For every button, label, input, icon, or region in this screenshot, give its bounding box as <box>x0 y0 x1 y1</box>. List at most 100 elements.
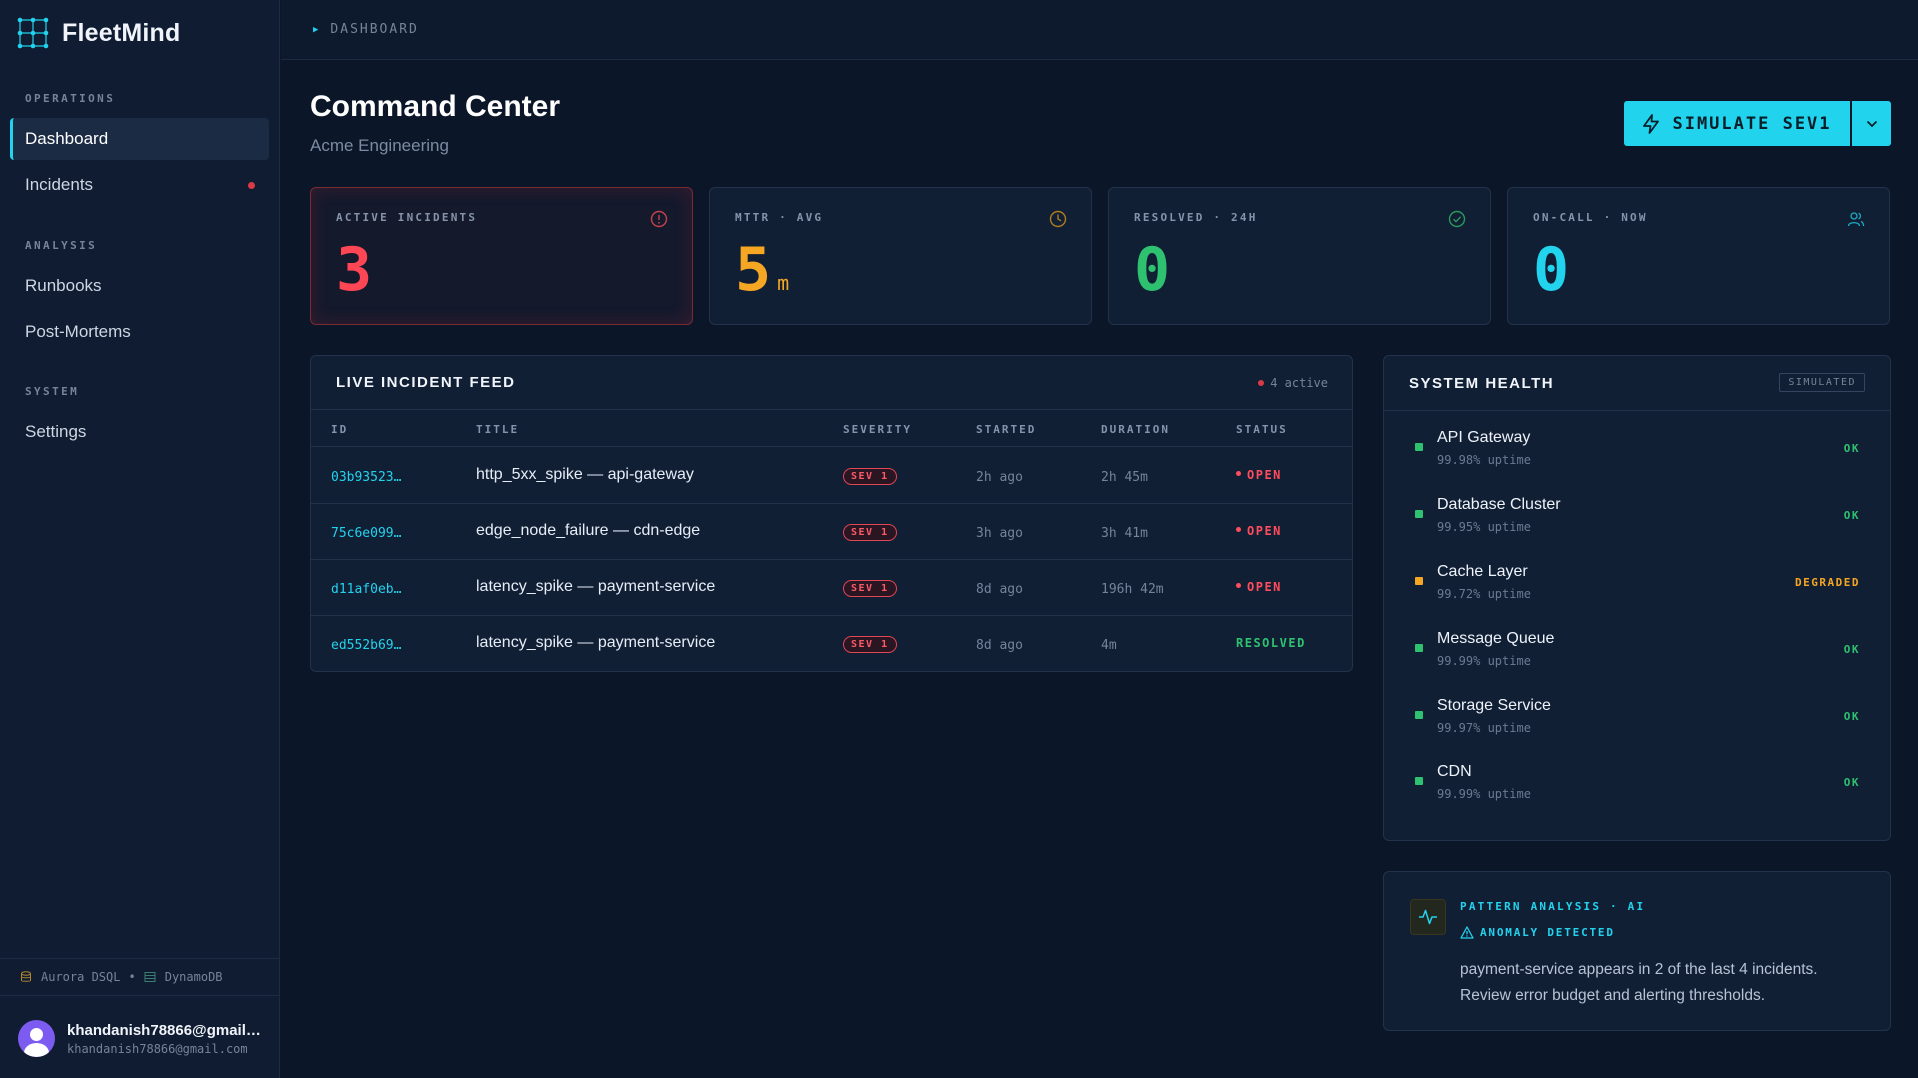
alert-circle-icon <box>650 210 668 228</box>
db-secondary-label: DynamoDB <box>164 970 223 984</box>
lightning-icon <box>1643 113 1660 134</box>
service-row[interactable]: Cache Layer 99.72% uptime DEGRADED <box>1384 556 1890 622</box>
service-status: OK <box>1843 710 1860 723</box>
incident-started: 3h ago <box>976 526 1023 541</box>
service-uptime: 99.98% uptime <box>1437 453 1531 467</box>
status-square <box>1415 711 1423 719</box>
service-row[interactable]: Message Queue 99.99% uptime OK <box>1384 623 1890 689</box>
service-name: Message Queue <box>1437 630 1555 647</box>
brand-name: FleetMind <box>62 18 181 47</box>
table-row[interactable]: 75c6e099… edge_node_failure — cdn-edge S… <box>311 504 1352 560</box>
incident-id-link[interactable]: d11af0eb… <box>331 582 401 597</box>
status-badge: OPEN <box>1236 524 1282 538</box>
users-icon <box>1847 212 1865 227</box>
service-status: OK <box>1843 442 1860 455</box>
simulate-sev1-label: SIMULATE SEV1 <box>1672 113 1832 134</box>
live-incident-feed: LIVE INCIDENT FEED 4 active ID TITLE SEV… <box>310 355 1353 672</box>
service-row[interactable]: Database Cluster 99.95% uptime OK <box>1384 489 1890 555</box>
sidebar-item-label: Settings <box>25 422 87 441</box>
service-name: Storage Service <box>1437 697 1551 714</box>
sidebar: FleetMind OPERATIONS Dashboard Incidents… <box>0 0 280 1078</box>
incident-id-link[interactable]: 03b93523… <box>331 470 401 485</box>
sidebar-item-settings[interactable]: Settings <box>10 411 269 453</box>
service-uptime: 99.99% uptime <box>1437 654 1531 668</box>
service-status: DEGRADED <box>1795 576 1860 589</box>
stat-label: RESOLVED · 24H <box>1134 211 1258 224</box>
pattern-analysis-label: PATTERN ANALYSIS · AI <box>1460 900 1646 913</box>
db-status-bar: Aurora DSQL • DynamoDB <box>0 958 279 996</box>
status-square <box>1415 644 1423 652</box>
simulate-dropdown-button[interactable] <box>1852 101 1891 146</box>
service-status: OK <box>1843 643 1860 656</box>
column-header-severity: SEVERITY <box>843 423 912 436</box>
column-header-duration: DURATION <box>1101 423 1170 436</box>
service-uptime: 99.97% uptime <box>1437 721 1531 735</box>
service-uptime: 99.72% uptime <box>1437 587 1531 601</box>
column-header-id: ID <box>331 423 349 436</box>
severity-badge: SEV 1 <box>843 580 897 597</box>
status-square <box>1415 443 1423 451</box>
stat-card-active-incidents[interactable]: ACTIVE INCIDENTS 3 <box>310 187 693 325</box>
stat-card-resolved[interactable]: RESOLVED · 24H 0 <box>1108 187 1491 325</box>
breadcrumb-arrow-icon: ▶ <box>313 24 321 35</box>
stat-value: 5m <box>735 235 790 305</box>
service-name: Cache Layer <box>1437 563 1528 580</box>
warning-triangle-icon <box>1460 926 1474 939</box>
service-uptime: 99.99% uptime <box>1437 787 1531 801</box>
avatar <box>18 1020 55 1057</box>
incident-duration: 196h 42m <box>1101 582 1164 597</box>
service-uptime: 99.95% uptime <box>1437 520 1531 534</box>
stat-card-on-call[interactable]: ON-CALL · NOW 0 <box>1507 187 1890 325</box>
incident-title: http_5xx_spike — api-gateway <box>476 466 694 483</box>
incident-id-link[interactable]: 75c6e099… <box>331 526 401 541</box>
feed-table-header: ID TITLE SEVERITY STARTED DURATION STATU… <box>311 409 1352 447</box>
table-row[interactable]: 03b93523… http_5xx_spike — api-gateway S… <box>311 448 1352 504</box>
user-name: khandanish78866@gmail.com <box>67 1021 263 1039</box>
service-name: API Gateway <box>1437 429 1531 446</box>
severity-badge: SEV 1 <box>843 524 897 541</box>
pattern-analysis-panel: PATTERN ANALYSIS · AI ANOMALY DETECTED p… <box>1383 871 1891 1031</box>
check-circle-icon <box>1448 210 1466 228</box>
sidebar-item-label: Post-Mortems <box>25 322 131 341</box>
incident-duration: 3h 41m <box>1101 526 1148 541</box>
nav-section-system: SYSTEM <box>25 385 80 398</box>
column-header-status: STATUS <box>1236 423 1288 436</box>
brand[interactable]: FleetMind <box>0 0 279 66</box>
activity-icon <box>1410 899 1446 935</box>
column-header-started: STARTED <box>976 423 1037 436</box>
service-row[interactable]: CDN 99.99% uptime OK <box>1384 756 1890 822</box>
status-badge: OPEN <box>1236 468 1282 482</box>
stat-label: ACTIVE INCIDENTS <box>336 211 478 224</box>
service-name: Database Cluster <box>1437 496 1561 513</box>
status-square <box>1415 510 1423 518</box>
simulated-badge: SIMULATED <box>1779 373 1865 392</box>
sidebar-item-incidents[interactable]: Incidents <box>10 164 269 206</box>
active-dot <box>1258 380 1265 386</box>
sidebar-item-post-mortems[interactable]: Post-Mortems <box>10 311 269 353</box>
feed-title: LIVE INCIDENT FEED <box>336 374 516 391</box>
status-badge: RESOLVED <box>1236 636 1306 650</box>
user-profile[interactable]: khandanish78866@gmail.com khandanish7886… <box>18 1020 263 1057</box>
feed-active-count: 4 active <box>1258 376 1328 390</box>
service-row[interactable]: API Gateway 99.98% uptime OK <box>1384 422 1890 488</box>
table-row[interactable]: d11af0eb… latency_spike — payment-servic… <box>311 560 1352 616</box>
severity-badge: SEV 1 <box>843 468 897 485</box>
simulate-sev1-button[interactable]: SIMULATE SEV1 <box>1624 101 1850 146</box>
status-badge: OPEN <box>1236 580 1282 594</box>
incident-started: 8d ago <box>976 638 1023 653</box>
incident-id-link[interactable]: ed552b69… <box>331 638 401 653</box>
sidebar-item-label: Dashboard <box>25 129 109 148</box>
sidebar-item-runbooks[interactable]: Runbooks <box>10 265 269 307</box>
table-row[interactable]: ed552b69… latency_spike — payment-servic… <box>311 616 1352 671</box>
service-status: OK <box>1843 776 1860 789</box>
stat-unit: m <box>777 271 790 295</box>
service-row[interactable]: Storage Service 99.97% uptime OK <box>1384 690 1890 756</box>
incident-started: 8d ago <box>976 582 1023 597</box>
stat-value: 0 <box>1533 235 1570 305</box>
db-primary-label: Aurora DSQL <box>41 970 121 984</box>
stat-value: 0 <box>1134 235 1171 305</box>
sidebar-item-dashboard[interactable]: Dashboard <box>10 118 269 160</box>
health-title: SYSTEM HEALTH <box>1409 375 1555 392</box>
anomaly-detected-label: ANOMALY DETECTED <box>1460 926 1615 939</box>
stat-card-mttr[interactable]: MTTR · AVG 5m <box>709 187 1092 325</box>
